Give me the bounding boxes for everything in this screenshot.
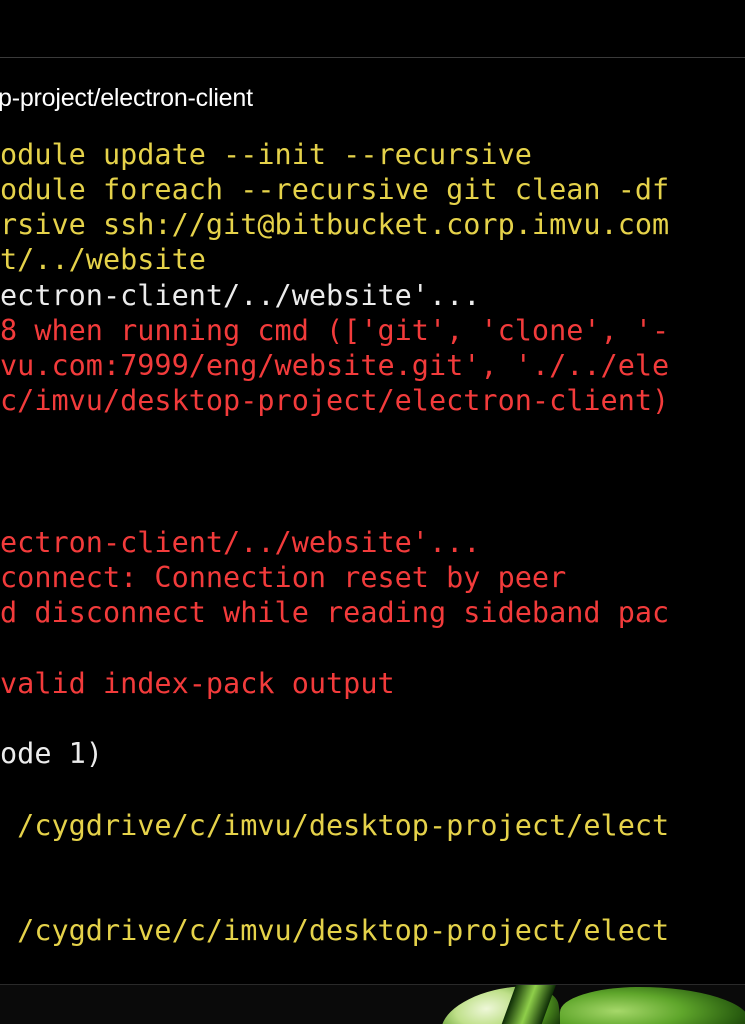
- terminal-line: valid index-pack output: [0, 667, 395, 700]
- terminal-line: t/../website: [0, 243, 206, 276]
- terminal-window[interactable]: p-project/electron-client odule update -…: [0, 57, 745, 986]
- terminal-line: ectron-client/../website'...: [0, 526, 481, 559]
- terminal-line: vu.com:7999/eng/website.git', './../ele: [0, 349, 670, 382]
- desktop-screen: p-project/electron-client odule update -…: [0, 0, 745, 1024]
- terminal-output[interactable]: odule update --init --recursive odule fo…: [0, 58, 745, 987]
- terminal-line: ode 1): [0, 737, 103, 770]
- terminal-line: odule update --init --recursive: [0, 138, 532, 171]
- terminal-line: ectron-client/../website'...: [0, 279, 481, 312]
- terminal-line: rsive ssh://git@bitbucket.corp.imvu.com: [0, 208, 670, 241]
- terminal-line: /cygdrive/c/imvu/desktop-project/elect: [0, 914, 670, 947]
- terminal-line: connect: Connection reset by peer: [0, 561, 567, 594]
- green-leaves-wallpaper-icon: [0, 985, 745, 1024]
- leaf-shape: [560, 987, 745, 1024]
- terminal-line: d disconnect while reading sideband pac: [0, 596, 670, 629]
- terminal-line: 8 when running cmd (['git', 'clone', '-: [0, 314, 670, 347]
- terminal-line: c/imvu/desktop-project/electron-client): [0, 384, 670, 417]
- terminal-line: /cygdrive/c/imvu/desktop-project/elect: [0, 809, 670, 842]
- terminal-line: odule foreach --recursive git clean -df: [0, 173, 670, 206]
